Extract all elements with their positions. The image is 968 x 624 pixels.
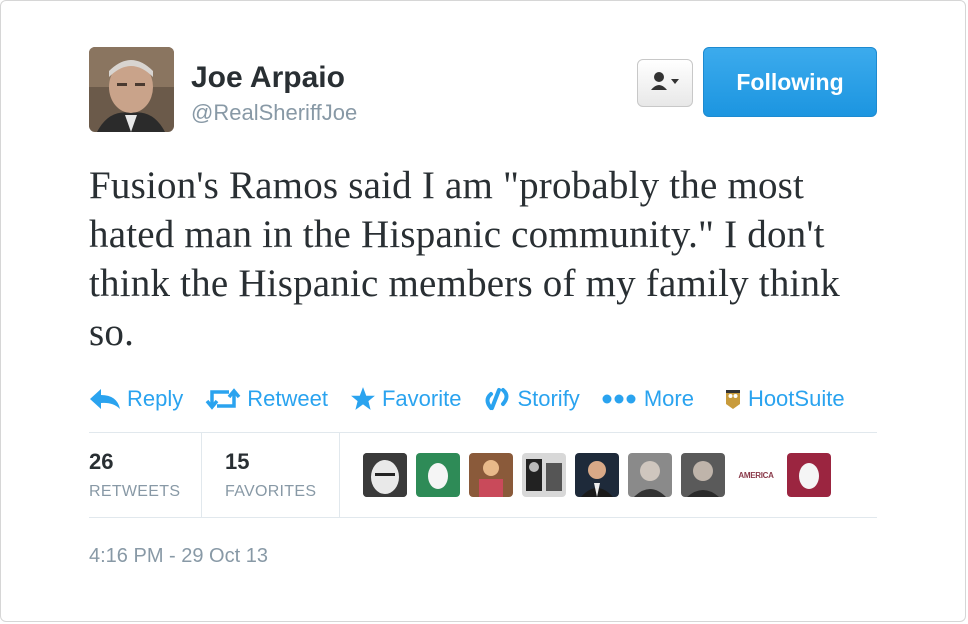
favorites-stat[interactable]: 15 FAVORITES bbox=[225, 449, 316, 501]
tweet-timestamp[interactable]: 4:16 PM - 29 Oct 13 bbox=[89, 545, 268, 568]
user-actions-button[interactable] bbox=[637, 59, 693, 107]
hootsuite-action[interactable]: HootSuite bbox=[724, 386, 845, 412]
favoriter-avatars: AMERICA bbox=[363, 453, 840, 497]
favoriter-avatar[interactable]: AMERICA bbox=[734, 453, 778, 497]
retweet-label: Retweet bbox=[247, 386, 328, 411]
more-dots-icon bbox=[602, 393, 638, 405]
tweet-card: Joe Arpaio @RealSheriffJoe Following Fus… bbox=[0, 0, 966, 622]
reply-icon bbox=[89, 388, 121, 410]
hootsuite-label: HootSuite bbox=[747, 386, 845, 411]
reply-label: Reply bbox=[127, 386, 184, 411]
divider bbox=[89, 517, 877, 518]
star-icon bbox=[350, 386, 376, 412]
person-dropdown-icon bbox=[650, 71, 680, 96]
favorites-label: FAVORITES bbox=[225, 483, 317, 500]
favoriter-avatar[interactable] bbox=[469, 453, 513, 497]
more-label: More bbox=[643, 386, 694, 411]
user-name[interactable]: Joe Arpaio bbox=[191, 61, 345, 95]
divider bbox=[339, 433, 340, 517]
user-handle[interactable]: @RealSheriffJoe bbox=[191, 100, 357, 126]
tweet-actions: Reply Retweet Favorite Storify More Hoot… bbox=[89, 379, 867, 419]
hootsuite-icon bbox=[724, 388, 742, 410]
storify-icon bbox=[483, 386, 511, 412]
favoriter-avatar[interactable] bbox=[416, 453, 460, 497]
more-action[interactable]: More bbox=[602, 386, 694, 412]
divider bbox=[201, 433, 202, 517]
avatar[interactable] bbox=[89, 47, 174, 132]
favorite-action[interactable]: Favorite bbox=[350, 386, 461, 412]
favoriter-avatar[interactable] bbox=[575, 453, 619, 497]
retweets-stat[interactable]: 26 RETWEETS bbox=[89, 449, 180, 501]
favoriter-avatar[interactable] bbox=[363, 453, 407, 497]
retweets-label: RETWEETS bbox=[89, 483, 181, 500]
tweet-text: Fusion's Ramos said I am "probably the m… bbox=[89, 164, 840, 354]
favoriter-avatar-label: AMERICA bbox=[738, 470, 774, 480]
reply-action[interactable]: Reply bbox=[89, 386, 183, 412]
favoriter-avatar[interactable] bbox=[681, 453, 725, 497]
divider bbox=[89, 432, 877, 433]
retweets-count: 26 bbox=[89, 449, 114, 474]
retweet-action[interactable]: Retweet bbox=[205, 386, 328, 412]
favoriter-avatar[interactable] bbox=[787, 453, 831, 497]
favorites-count: 15 bbox=[225, 449, 250, 474]
retweet-icon bbox=[205, 388, 241, 410]
storify-label: Storify bbox=[517, 386, 580, 411]
favoriter-avatar[interactable] bbox=[522, 453, 566, 497]
favorite-label: Favorite bbox=[381, 386, 462, 411]
favoriter-avatar[interactable] bbox=[628, 453, 672, 497]
storify-action[interactable]: Storify bbox=[483, 386, 580, 412]
following-button[interactable]: Following bbox=[703, 47, 877, 117]
